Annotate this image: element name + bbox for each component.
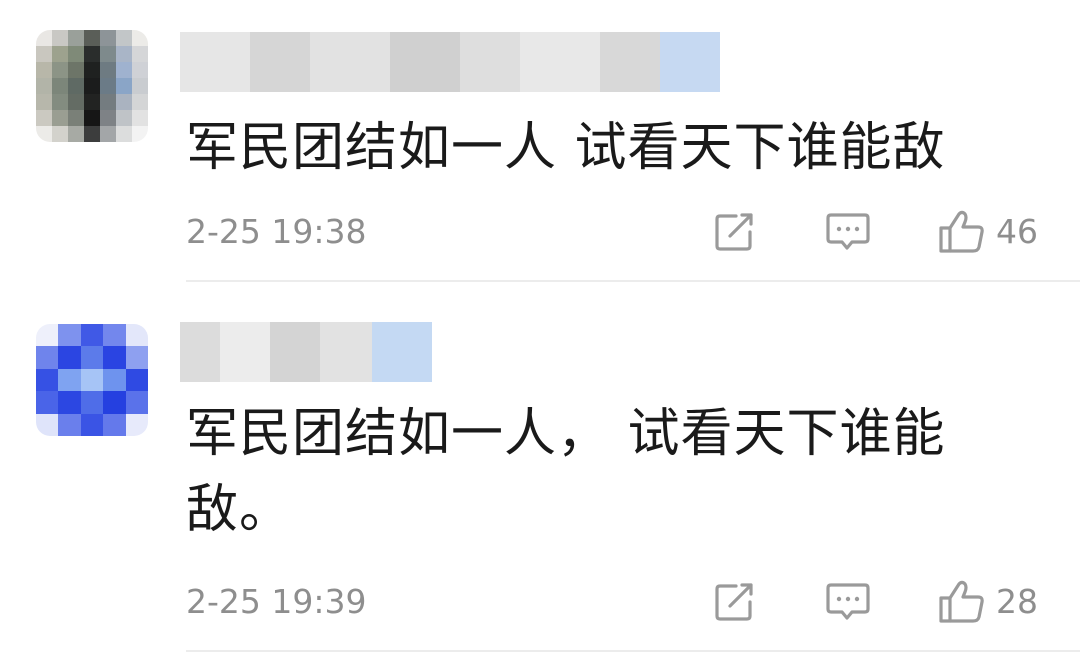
avatar[interactable] (36, 30, 148, 142)
comment-text: 军民团结如一人 试看天下谁能敌 (186, 118, 946, 178)
comment-icon (826, 583, 870, 620)
like-button[interactable]: 28 (938, 580, 1038, 623)
divider (186, 650, 1080, 652)
comment-item: 军民团结如一人， 试看天下谁能敌。 2-25 19:39 28 (0, 282, 1080, 654)
like-button[interactable]: 46 (938, 210, 1038, 253)
comment-text: 军民团结如一人， 试看天下谁能敌。 (186, 404, 946, 540)
comment-meta: 2-25 19:39 28 (186, 580, 1080, 624)
thumbs-up-icon (939, 580, 984, 623)
thumbs-up-icon (939, 210, 984, 253)
like-count: 28 (996, 582, 1038, 621)
share-icon (715, 213, 753, 251)
username-blurred[interactable] (180, 32, 720, 92)
share-button[interactable] (714, 582, 756, 622)
share-icon (715, 583, 753, 621)
comment-item: 军民团结如一人 试看天下谁能敌 2-25 19:38 46 (0, 0, 1080, 282)
reply-button[interactable] (826, 212, 870, 252)
like-count: 46 (996, 212, 1038, 251)
timestamp: 2-25 19:38 (186, 212, 367, 251)
comment-meta: 2-25 19:38 46 (186, 210, 1080, 254)
avatar[interactable] (36, 324, 148, 436)
comment-icon (826, 213, 870, 250)
share-button[interactable] (714, 212, 756, 252)
timestamp: 2-25 19:39 (186, 582, 367, 621)
username-blurred[interactable] (180, 322, 432, 382)
reply-button[interactable] (826, 582, 870, 622)
